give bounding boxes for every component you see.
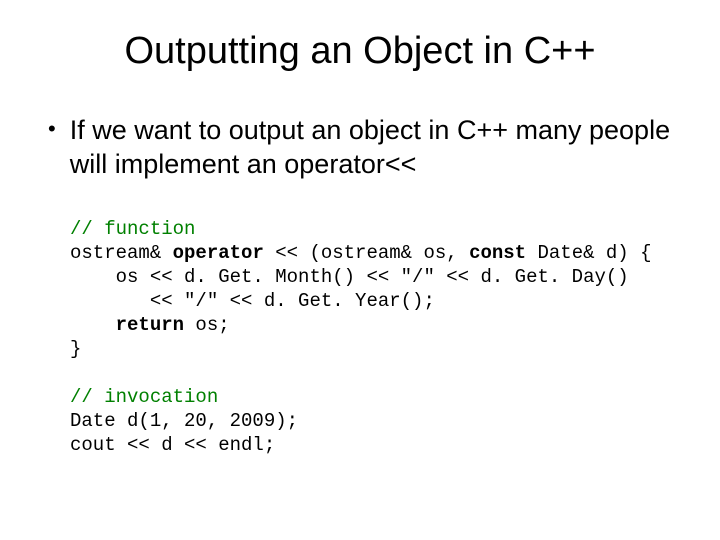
code-line: ostream&	[70, 242, 173, 264]
code-block: // function ostream& operator << (ostrea…	[70, 217, 690, 457]
slide-title: Outputting an Object in C++	[30, 30, 690, 73]
slide: Outputting an Object in C++ • If we want…	[0, 0, 720, 540]
bullet-text: If we want to output an object in C++ ma…	[70, 113, 690, 181]
code-keyword: const	[469, 242, 526, 264]
code-line: << "/" << d. Get. Year();	[70, 290, 435, 312]
code-line	[70, 314, 116, 336]
code-comment: // invocation	[70, 386, 218, 408]
code-comment: // function	[70, 218, 195, 240]
code-line: os;	[184, 314, 230, 336]
code-line: }	[70, 338, 81, 360]
code-line: cout << d << endl;	[70, 434, 275, 456]
code-keyword: operator	[173, 242, 264, 264]
code-keyword: return	[116, 314, 184, 336]
bullet-item: • If we want to output an object in C++ …	[48, 113, 690, 181]
code-line: Date& d) {	[526, 242, 651, 264]
code-line: os << d. Get. Month() << "/" << d. Get. …	[70, 266, 629, 288]
code-line: << (ostream& os,	[264, 242, 469, 264]
bullet-dot-icon: •	[48, 113, 56, 145]
code-line: Date d(1, 20, 2009);	[70, 410, 298, 432]
